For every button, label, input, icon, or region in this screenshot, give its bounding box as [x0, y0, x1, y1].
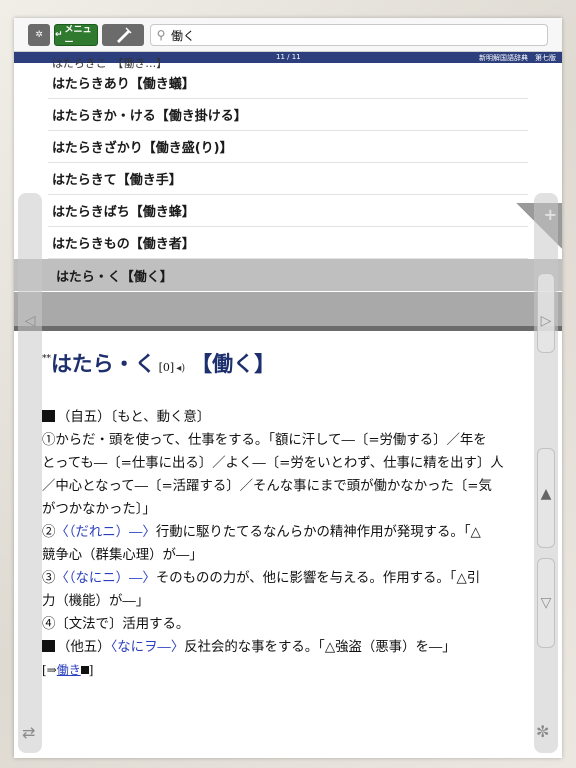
definition-line: ①からだ・頭を使って、仕事をする。「額に汗して―〔=労働する〕／年を [42, 433, 487, 448]
menu-button[interactable]: ↵ メニュー [54, 24, 98, 48]
definition-line: 競争心（群集心理）が―」 [42, 548, 203, 563]
next-page-arrow-icon[interactable]: ▷ [534, 313, 558, 329]
list-item-label: はたらきか・ける【働き掛ける】 [52, 109, 247, 124]
gear-icon: ✲ [35, 30, 43, 40]
xref-suffix: ] [88, 663, 94, 677]
sense-4: ④〔文法で〕活用する。 [42, 617, 190, 632]
sense-text: 行動に駆りたてるなんらかの精神作用が発現する。「△ [155, 525, 481, 540]
xref-prefix: [⇒ [42, 663, 57, 677]
xref-link[interactable]: 働き [57, 663, 81, 677]
sense-number: ③ [42, 571, 56, 586]
headword-kanji: 【働く】 [191, 351, 276, 376]
sense-text: 反社会的な事をする。「△強盗（悪事）を―」 [184, 640, 456, 655]
sense-3: ③〈（なにニ）―〉そのものの力が、他に影響を与える。作用する。「△引 [42, 567, 532, 590]
pane-divider[interactable] [14, 326, 562, 331]
list-item[interactable]: はたらきか・ける【働き掛ける】 [48, 99, 528, 131]
sense-group-transitive: （他五）〈なにヲ―〉反社会的な事をする。「△強盗（悪事）を―」 [42, 636, 532, 659]
back-arrow-icon: ↵ [55, 30, 63, 40]
definition-line: 力（機能）が―」 [42, 594, 150, 609]
list-item-label: はたらきあり【働き蟻】 [52, 77, 195, 92]
search-box[interactable]: ⚲ [150, 24, 548, 46]
definition-line: ／中心となって―〔=活躍する〕／そんな事にまで頭が働かなかった〔=気 [42, 479, 492, 494]
case-frame: 〈（だれニ）―〉 [55, 525, 156, 540]
search-icon: ⚲ [156, 28, 166, 42]
list-item-label: はたら・く【働く】 [56, 269, 173, 285]
scroll-down-arrow-icon[interactable]: ▽ [534, 595, 558, 611]
headword: ** はたら・く [0] ◂) 【働く】 [42, 348, 532, 378]
section-marker-1 [42, 410, 55, 422]
list-item-label: はたらきもの【働き者】 [52, 237, 195, 252]
list-item[interactable]: はたらきもの【働き者】 [48, 227, 528, 259]
list-item-selected[interactable]: はたら・く【働く】 [14, 259, 562, 291]
settings-button[interactable]: ✲ [28, 24, 50, 46]
prev-page-arrow-icon[interactable]: ◁ [18, 313, 42, 329]
case-frame: 〈なにヲ―〉 [110, 640, 185, 655]
list-item[interactable]: はたらきばち【働き蜂】 [48, 195, 528, 227]
scroll-up-arrow-icon[interactable]: ▲ [534, 486, 558, 502]
speaker-icon[interactable]: ◂) [176, 363, 185, 374]
xref-square-icon [80, 666, 89, 674]
definition-body: （自五）〔もと、動く意〕 ①からだ・頭を使って、仕事をする。「額に汗して―〔=労… [42, 406, 532, 682]
sense-group-intransitive: （自五）〔もと、動く意〕 [42, 406, 532, 429]
sense-text: そのものの力が、他に影響を与える。作用する。「△引 [155, 571, 481, 586]
case-frame: 〈（なにニ）―〉 [55, 571, 156, 586]
right-scroll-strip[interactable]: ▷ ▲ ▽ [534, 193, 558, 753]
left-scroll-strip[interactable]: ◁ [18, 193, 42, 753]
list-item[interactable]: はたらきざかり【働き盛(り)】 [48, 131, 528, 163]
search-input[interactable] [171, 28, 531, 42]
sense-2: ②〈（だれニ）―〉行動に駆りたてるなんらかの精神作用が発現する。「△ [42, 521, 532, 544]
dictionary-name: 新明解国語辞典 第七版 [479, 54, 556, 62]
list-item[interactable]: はたらきあり【働き蟻】 [48, 67, 528, 99]
menu-label: メニュー [64, 25, 92, 48]
sense-header: （他五） [57, 640, 111, 655]
accent-mark: [0] [158, 361, 175, 374]
entry-panel: ** はたら・く [0] ◂) 【働く】 （自五）〔もと、動く意〕 ①からだ・頭… [42, 348, 532, 682]
section-marker-2 [42, 640, 55, 652]
list-footer-bar [14, 292, 562, 326]
settings-wheel-icon[interactable]: ✼ [536, 722, 549, 741]
dictionary-page: ✲ ↵ メニュー ⚲ 11 / 11 新明解国語辞典 第七版 はたらきこ 【働き… [14, 18, 562, 758]
page-indicator: 11 / 11 [276, 53, 301, 61]
sense-number: ② [42, 525, 56, 540]
definition-line: とっても―〔=仕事に出る〕／よく―〔=労をいとわず、仕事に精を出す〕人 [42, 456, 504, 471]
list-item[interactable]: はたらきて【働き手】 [48, 163, 528, 195]
headword-kana: はたら・く [51, 351, 156, 376]
sense-header: （自五）〔もと、動く意〕 [57, 410, 211, 425]
result-list: はたらきこ 【働き…】 はたらきあり【働き蟻】 はたらきか・ける【働き掛ける】 … [14, 57, 562, 299]
importance-stars: ** [42, 354, 51, 364]
list-item-label: はたらきばち【働き蜂】 [52, 205, 195, 220]
pen-icon [117, 27, 132, 43]
pen-button[interactable] [102, 24, 144, 46]
swap-icon[interactable]: ⇄ [22, 723, 35, 742]
definition-line: がつかなかった〕」 [42, 502, 156, 517]
list-item-label: はたらきて【働き手】 [52, 173, 182, 188]
list-item-label: はたらきざかり【働き盛(り)】 [52, 141, 233, 156]
cross-reference: [⇒働き] [42, 659, 532, 682]
toolbar: ✲ ↵ メニュー ⚲ [14, 18, 562, 52]
